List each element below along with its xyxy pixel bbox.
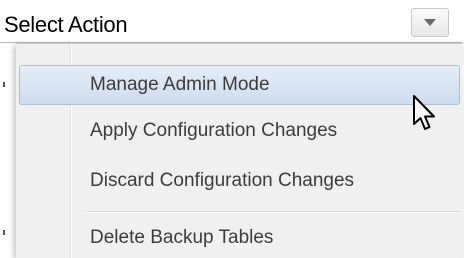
triangle-down-icon — [424, 19, 436, 26]
menu-item-discard-configuration-changes[interactable]: Discard Configuration Changes — [19, 161, 460, 201]
menu-item-label: Apply Configuration Changes — [90, 120, 338, 141]
left-edge-mark — [3, 82, 5, 87]
action-menu: Manage Admin Mode Apply Configuration Ch… — [16, 43, 463, 258]
left-edge-mark — [3, 230, 5, 235]
dropdown-toggle-button[interactable] — [411, 8, 449, 37]
menu-item-apply-configuration-changes[interactable]: Apply Configuration Changes — [19, 111, 460, 151]
select-action-dropdown[interactable]: Select Action — [0, 0, 462, 43]
menu-item-label: Delete Backup Tables — [90, 227, 274, 248]
menu-item-delete-backup-tables[interactable]: Delete Backup Tables — [19, 218, 460, 258]
menu-separator-highlight — [86, 212, 459, 213]
select-action-value: Select Action — [4, 12, 128, 37]
menu-item-label: Manage Admin Mode — [90, 74, 270, 95]
menu-item-label: Discard Configuration Changes — [90, 170, 355, 191]
mouse-pointer-icon — [413, 95, 435, 130]
menu-top-border — [16, 43, 463, 44]
menu-item-manage-admin-mode[interactable]: Manage Admin Mode — [19, 65, 460, 105]
